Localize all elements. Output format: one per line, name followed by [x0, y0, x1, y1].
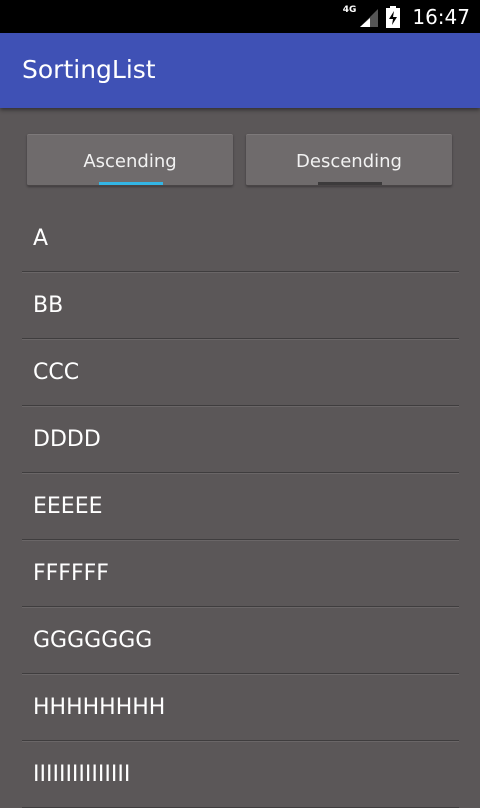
list-item-label: HHHHHHHH [33, 695, 166, 720]
status-icons: 4G 16:47 [343, 0, 470, 33]
list-item[interactable]: GGGGGGG [22, 607, 459, 674]
battery-icon [386, 5, 401, 28]
descending-button[interactable]: Descending [246, 134, 452, 186]
network-type-label: 4G [342, 4, 357, 15]
app-title: SortingList [22, 55, 156, 84]
ascending-button-label: Ascending [83, 151, 177, 172]
list-item-label: GGGGGGG [33, 628, 153, 653]
ascending-active-indicator [99, 182, 163, 185]
list-item-label: BB [33, 293, 64, 318]
list-item-label: A [33, 226, 49, 251]
list-item[interactable]: BB [22, 272, 459, 339]
status-clock: 16:47 [412, 4, 470, 29]
list-item[interactable]: CCC [22, 339, 459, 406]
list-item[interactable]: DDDD [22, 406, 459, 473]
ascending-button[interactable]: Ascending [27, 134, 233, 186]
list-item-label: DDDD [33, 427, 101, 452]
list-item-label: CCC [33, 360, 80, 385]
status-bar: 4G 16:47 [0, 0, 480, 33]
list-item-label: FFFFFF [33, 561, 109, 586]
signal-icon [360, 8, 379, 27]
list-item[interactable]: IIIIIIIIIIIIIII [22, 741, 459, 808]
list-item-label: IIIIIIIIIIIIIII [33, 762, 131, 787]
sorted-list[interactable]: A BB CCC DDDD EEEEE FFFFFF GGGGGGG HHHHH… [22, 205, 459, 808]
list-item[interactable]: EEEEE [22, 473, 459, 540]
list-item[interactable]: FFFFFF [22, 540, 459, 607]
app-bar: SortingList [0, 33, 480, 108]
list-item[interactable]: A [22, 205, 459, 272]
descending-button-label: Descending [296, 151, 402, 172]
descending-indicator [318, 182, 382, 185]
list-item[interactable]: HHHHHHHH [22, 674, 459, 741]
list-item-label: EEEEE [33, 494, 103, 519]
